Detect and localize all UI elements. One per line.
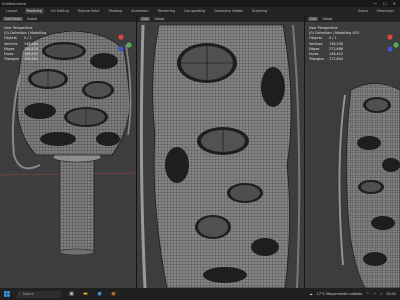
tab-rendering[interactable]: Rendering — [156, 8, 177, 14]
window-title: Untitled.blend — [2, 1, 26, 6]
volume-icon[interactable]: ♪ — [380, 292, 382, 296]
weather-status[interactable]: 17°C Mayormente nublado — [317, 292, 363, 296]
tab-layout[interactable]: Layout — [4, 8, 20, 14]
wifi-icon[interactable]: ◠ — [373, 292, 376, 296]
taskbar-search-box[interactable]: ⌕ Search — [17, 290, 61, 298]
task-view-icon[interactable]: ▣ — [68, 291, 75, 298]
search-icon: ⌕ — [19, 292, 21, 296]
view-menu-left[interactable]: Global — [27, 17, 37, 21]
system-tray: ☁ 17°C Mayormente nublado ^ ◠ ♪ 10:42 — [309, 292, 400, 296]
tab-scripting[interactable]: Scripting — [250, 8, 269, 14]
workspace-tabs: Layout Modeling UV Editing Texture Paint… — [0, 7, 400, 15]
tab-animation[interactable]: Animation — [129, 8, 150, 14]
tab-compositing[interactable]: Compositing — [182, 8, 207, 14]
minimize-button[interactable]: — — [373, 1, 377, 6]
view-layer-dropdown[interactable]: ViewLayer — [377, 9, 395, 13]
mesh-render-middle — [139, 24, 301, 288]
file-explorer-icon[interactable]: ▬ — [82, 291, 89, 298]
search-placeholder: Search — [22, 292, 34, 296]
viewport-middle[interactable]: Edit Global — [137, 15, 305, 288]
tray-chevron-icon[interactable]: ^ — [366, 292, 369, 296]
tab-shading[interactable]: Shading — [107, 8, 125, 14]
viewport-left[interactable]: Edit Mode Global User Perspective (0) Co… — [0, 15, 137, 288]
clock[interactable]: 10:42 — [386, 292, 396, 296]
tab-geometry-nodes[interactable]: Geometry Nodes — [212, 8, 245, 14]
mode-dropdown-left[interactable]: Edit Mode — [3, 16, 23, 21]
scene-selector: Scene ViewLayer — [358, 9, 400, 13]
viewport-right[interactable]: Edit Global User Perspective (0) Collect… — [305, 15, 400, 288]
title-bar: Untitled.blend — ☐ ✕ — [0, 0, 400, 7]
blender-app-icon[interactable]: ◉ — [110, 291, 117, 298]
overlay-stats-left: User Perspective (0) Collection | Modell… — [4, 26, 46, 62]
browser-icon[interactable]: ● — [96, 291, 103, 298]
mode-dropdown-middle[interactable]: Edit — [140, 16, 151, 21]
close-button[interactable]: ✕ — [393, 1, 396, 6]
viewport-header-middle: Edit Global — [137, 15, 304, 22]
view-menu-middle[interactable]: Global — [154, 17, 164, 21]
overlay-stats-right: User Perspective (0) Collection | Modell… — [309, 26, 359, 62]
weather-cloud-icon[interactable]: ☁ — [309, 292, 312, 296]
view-menu-right[interactable]: Global — [322, 17, 332, 21]
mode-dropdown-right[interactable]: Edit — [308, 16, 319, 21]
scene-dropdown[interactable]: Scene — [358, 9, 368, 13]
maximize-button[interactable]: ☐ — [383, 1, 387, 6]
stat-row: Triangles 296,804 — [4, 57, 39, 62]
windows-start-icon[interactable] — [3, 291, 10, 298]
viewport-header-left: Edit Mode Global — [0, 15, 136, 22]
tab-modeling[interactable]: Modeling — [24, 8, 44, 14]
stat-row: Triangles 272,844 — [309, 57, 344, 62]
tab-uv-editing[interactable]: UV Editing — [49, 8, 71, 14]
window-controls: — ☐ ✕ — [373, 1, 400, 6]
viewport-header-right: Edit Global — [305, 15, 400, 22]
tab-texture-paint[interactable]: Texture Paint — [76, 8, 102, 14]
taskbar: ⌕ Search ▣ ▬ ● ◉ ☁ 17°C Mayormente nubla… — [0, 288, 400, 300]
